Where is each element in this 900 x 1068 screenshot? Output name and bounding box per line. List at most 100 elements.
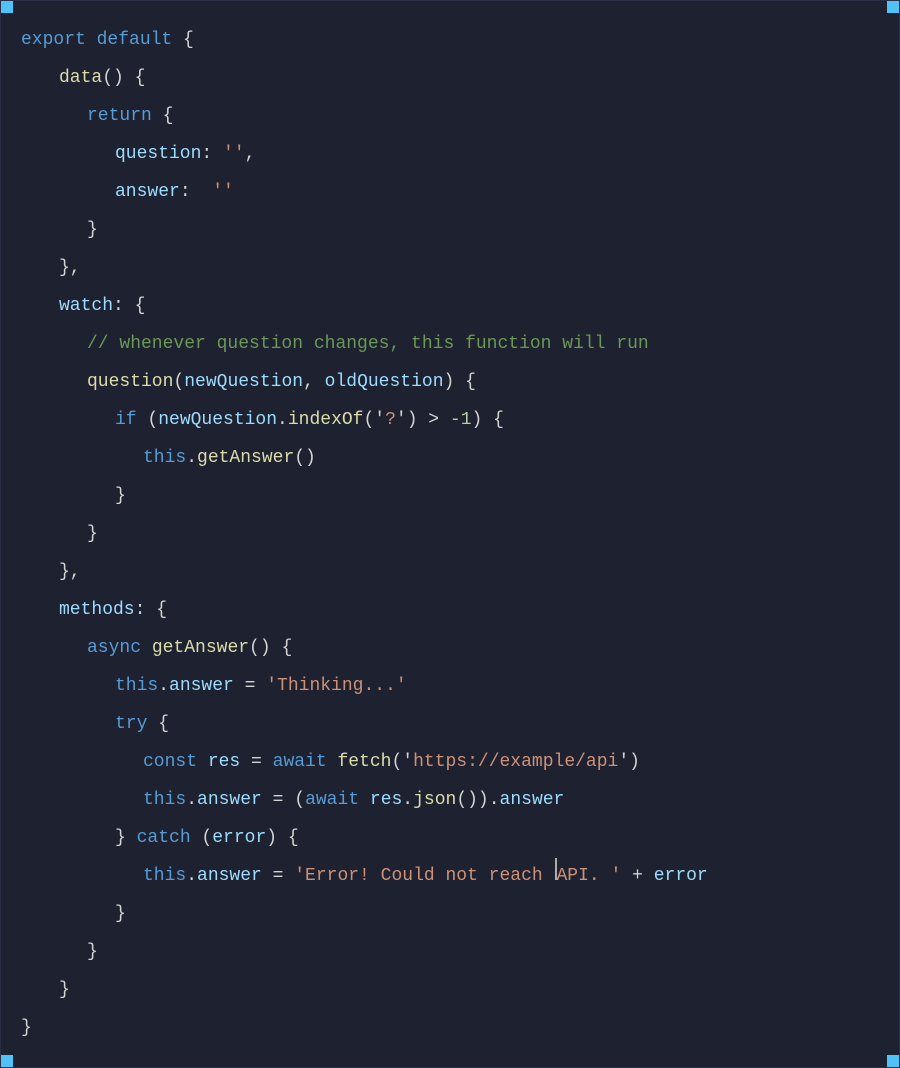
code-line: export default { <box>11 21 889 59</box>
token: '' <box>212 173 234 211</box>
token: () { <box>102 59 145 97</box>
token: answer <box>197 781 262 819</box>
token: { <box>172 21 194 59</box>
token: catch <box>137 819 191 857</box>
token: 'Thinking...' <box>266 667 406 705</box>
token: ') > <box>396 401 450 439</box>
token <box>359 781 370 819</box>
token: : <box>201 135 223 173</box>
token: watch <box>59 287 113 325</box>
token: answer <box>115 173 180 211</box>
code-line: }, <box>11 249 889 287</box>
token: ( <box>173 363 184 401</box>
token: . <box>277 401 288 439</box>
token: this <box>143 857 186 895</box>
token: () <box>294 439 316 477</box>
token: = ( <box>262 781 305 819</box>
code-line: async getAnswer() { <box>11 629 889 667</box>
token: 'Error! Could not reach <box>294 857 553 895</box>
token: return <box>87 97 152 135</box>
code-line: } <box>11 1009 889 1047</box>
token: export <box>21 21 86 59</box>
token: }, <box>59 553 81 591</box>
token: }, <box>59 249 81 287</box>
token: try <box>115 705 147 743</box>
token: // whenever question changes, this funct… <box>87 325 649 363</box>
token: . <box>402 781 413 819</box>
code-line: this.answer = 'Thinking...' <box>11 667 889 705</box>
token: fetch <box>337 743 391 781</box>
token: error <box>212 819 266 857</box>
token: await <box>305 781 359 819</box>
code-line: if (newQuestion.indexOf('?') > -1) { <box>11 401 889 439</box>
token: error <box>654 857 708 895</box>
code-line: } <box>11 971 889 1009</box>
corner-tr <box>887 1 899 13</box>
token: this <box>115 667 158 705</box>
token: } <box>59 971 70 1009</box>
token: () { <box>249 629 292 667</box>
token: ? <box>385 401 396 439</box>
code-line: // whenever question changes, this funct… <box>11 325 889 363</box>
corner-tl <box>1 1 13 13</box>
token: } <box>115 819 137 857</box>
token: = <box>262 857 294 895</box>
token: methods <box>59 591 135 629</box>
token: + <box>621 857 653 895</box>
token: ( <box>191 819 213 857</box>
token: ) { <box>266 819 298 857</box>
code-line: } <box>11 515 889 553</box>
token: oldQuestion <box>325 363 444 401</box>
code-line: data() { <box>11 59 889 97</box>
code-line: try { <box>11 705 889 743</box>
token: getAnswer <box>152 629 249 667</box>
token: = <box>234 667 266 705</box>
token <box>86 21 97 59</box>
token: (' <box>363 401 385 439</box>
token: res <box>370 781 402 819</box>
token: ) { <box>472 401 504 439</box>
token: { <box>152 97 174 135</box>
token: : { <box>135 591 167 629</box>
token: . <box>186 781 197 819</box>
token <box>197 743 208 781</box>
token: } <box>21 1009 32 1047</box>
token: = <box>240 743 272 781</box>
token: answer <box>500 781 565 819</box>
token: question <box>115 135 201 173</box>
code-line: return { <box>11 97 889 135</box>
code-block: export default {data() {return {question… <box>11 21 889 1047</box>
token: this <box>143 439 186 477</box>
token: await <box>273 743 327 781</box>
token: ( <box>137 401 159 439</box>
token: newQuestion <box>184 363 303 401</box>
token <box>327 743 338 781</box>
token: ()). <box>456 781 499 819</box>
token: answer <box>169 667 234 705</box>
token: } <box>115 477 126 515</box>
code-line: } catch (error) { <box>11 819 889 857</box>
token: } <box>115 895 126 933</box>
code-line: methods: { <box>11 591 889 629</box>
token: { <box>147 705 169 743</box>
code-line: }, <box>11 553 889 591</box>
token: . <box>186 857 197 895</box>
token: const <box>143 743 197 781</box>
token: answer <box>197 857 262 895</box>
token: ') <box>618 743 640 781</box>
corner-bl <box>1 1055 13 1067</box>
code-editor: export default {data() {return {question… <box>0 0 900 1068</box>
token: if <box>115 401 137 439</box>
code-line: this.getAnswer() <box>11 439 889 477</box>
token: (' <box>391 743 413 781</box>
code-line: } <box>11 477 889 515</box>
token: } <box>87 515 98 553</box>
code-line: answer: '' <box>11 173 889 211</box>
token: . <box>186 439 197 477</box>
token: ) { <box>444 363 476 401</box>
token: default <box>97 21 173 59</box>
token: '' <box>223 135 245 173</box>
code-line: } <box>11 211 889 249</box>
token: https://example/api <box>413 743 618 781</box>
code-line: const res = await fetch('https://example… <box>11 743 889 781</box>
